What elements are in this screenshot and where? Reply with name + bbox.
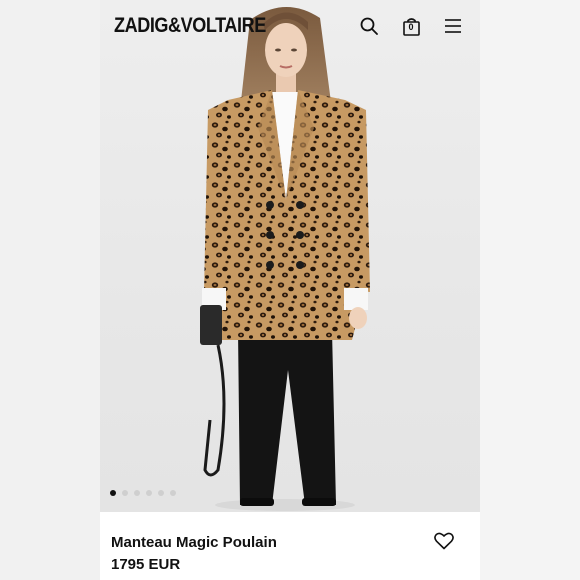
carousel-dot[interactable] bbox=[146, 490, 152, 496]
carousel-dot[interactable] bbox=[170, 490, 176, 496]
product-price: 1795 EUR bbox=[111, 556, 181, 573]
brand-logo[interactable]: ZADIG&VOLTAIRE bbox=[114, 14, 266, 38]
product-info: Manteau Magic Poulain 1795 EUR bbox=[100, 512, 480, 580]
site-header: ZADIG&VOLTAIRE 0 bbox=[100, 0, 480, 52]
heart-icon[interactable] bbox=[434, 532, 456, 554]
bag-icon[interactable]: 0 bbox=[400, 15, 422, 37]
carousel-dot[interactable] bbox=[158, 490, 164, 496]
right-background bbox=[480, 0, 580, 580]
bag-count: 0 bbox=[408, 22, 414, 32]
model-illustration bbox=[200, 6, 370, 511]
search-icon[interactable] bbox=[358, 15, 380, 37]
product-page: ZADIG&VOLTAIRE 0 Manteau Magic Poulain 1… bbox=[100, 0, 480, 580]
header-icons: 0 bbox=[358, 15, 464, 37]
carousel-dot[interactable] bbox=[122, 490, 128, 496]
menu-icon[interactable] bbox=[442, 15, 464, 37]
carousel-dot[interactable] bbox=[134, 490, 140, 496]
product-image[interactable] bbox=[100, 0, 480, 512]
carousel-dots bbox=[110, 490, 176, 496]
product-name: Manteau Magic Poulain bbox=[111, 534, 277, 551]
carousel-dot[interactable] bbox=[110, 490, 116, 496]
left-background bbox=[0, 0, 100, 580]
